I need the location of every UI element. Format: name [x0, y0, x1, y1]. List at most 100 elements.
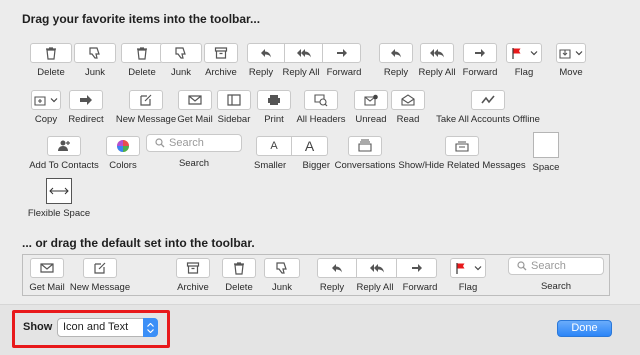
flexible-space-placeholder[interactable] [46, 178, 72, 204]
item-label: Archive [177, 282, 209, 293]
archive-box-icon [186, 262, 200, 274]
sidebar-icon [227, 94, 241, 106]
smaller-font-button[interactable]: A [256, 136, 292, 156]
forward-button[interactable] [323, 43, 361, 63]
add-contact-icon [58, 140, 70, 151]
select-stepper-icon [143, 318, 158, 337]
reply-arrow-icon [261, 49, 271, 58]
toolbar-item-search[interactable]: Search Search [146, 134, 242, 169]
new-message-button[interactable] [129, 90, 163, 110]
toolbar-item-flexible-space[interactable]: Flexible Space [28, 178, 90, 219]
junk-button[interactable] [160, 43, 202, 63]
search-placeholder: Search [531, 260, 566, 272]
redirect-button[interactable] [69, 90, 103, 110]
envelope-icon [40, 263, 54, 273]
item-label: Conversations [334, 160, 396, 171]
forward-button[interactable] [463, 43, 497, 63]
toolbar-item-read[interactable]: Read [391, 90, 425, 125]
item-label: Space [532, 162, 560, 173]
all-headers-button[interactable] [304, 90, 338, 110]
toolbar-item-delete[interactable]: Delete [30, 43, 72, 78]
default-item-archive: Archive [176, 258, 210, 293]
done-button[interactable]: Done [557, 320, 612, 337]
small-a-glyph: A [270, 140, 278, 152]
item-label: Reply [383, 67, 409, 78]
toolbar-item-forward[interactable]: Forward [460, 43, 500, 78]
search-field[interactable]: Search [146, 134, 242, 152]
show-hide-related-button[interactable] [445, 136, 479, 156]
toolbar-item-delete-2[interactable]: Delete [121, 43, 163, 78]
item-label: Show/Hide Related Messages [398, 160, 526, 171]
trash-icon [234, 262, 244, 275]
toolbar-item-show-hide-related[interactable]: Show/Hide Related Messages [398, 136, 526, 171]
reply-all-button[interactable] [285, 43, 323, 63]
reply-button[interactable] [379, 43, 413, 63]
toolbar-item-flag[interactable]: Flag [504, 43, 544, 78]
take-offline-button[interactable] [471, 90, 505, 110]
toolbar-item-sidebar[interactable]: Sidebar [216, 90, 252, 125]
toolbar-item-colors[interactable]: Colors [106, 136, 140, 171]
toolbar-item-unread[interactable]: Unread [354, 90, 388, 125]
toolbar-item-redirect[interactable]: Redirect [66, 90, 106, 125]
read-button[interactable] [391, 90, 425, 110]
delete-button[interactable] [121, 43, 163, 63]
reply-all-button[interactable] [420, 43, 454, 63]
item-label: New Message [115, 114, 177, 125]
item-label: Unread [355, 114, 387, 125]
toolbar-item-move[interactable]: Move [554, 43, 588, 78]
item-label: Delete [128, 67, 156, 78]
default-item-reply-group: Reply Reply All Forward [314, 258, 440, 293]
search-placeholder: Search [169, 137, 204, 149]
archive-button [176, 258, 210, 278]
item-label: Flag [514, 67, 534, 78]
toolbar-item-font-size: A A Smaller Bigger [252, 136, 332, 171]
toolbar-item-junk[interactable]: Junk [74, 43, 116, 78]
toolbar-item-print[interactable]: Print [257, 90, 291, 125]
forward-arrow-icon [336, 49, 347, 57]
flag-button[interactable] [506, 43, 542, 63]
copy-button[interactable] [31, 90, 61, 110]
unread-button[interactable] [354, 90, 388, 110]
sidebar-button[interactable] [217, 90, 251, 110]
archive-button[interactable] [204, 43, 238, 63]
compose-icon [94, 262, 106, 274]
conversation-stack-icon [358, 139, 372, 152]
move-button[interactable] [556, 43, 586, 63]
toolbar-item-get-mail[interactable]: Get Mail [177, 90, 213, 125]
reply-arrow-icon [391, 49, 401, 58]
item-label: Reply All [418, 67, 456, 78]
space-placeholder[interactable] [533, 132, 559, 158]
toolbar-item-junk-2[interactable]: Junk [160, 43, 202, 78]
toolbar-item-archive[interactable]: Archive [200, 43, 242, 78]
reply-button[interactable] [247, 43, 285, 63]
junk-button[interactable] [74, 43, 116, 63]
toolbar-item-add-contacts[interactable]: Add To Contacts [28, 136, 100, 171]
delete-button[interactable] [30, 43, 72, 63]
toolbar-item-copy[interactable]: Copy [30, 90, 62, 125]
reply-all-button [357, 258, 397, 278]
toolbar-item-all-headers[interactable]: All Headers [296, 90, 346, 125]
toolbar-item-reply-all[interactable]: Reply All [416, 43, 458, 78]
colors-button[interactable] [106, 136, 140, 156]
get-mail-button[interactable] [178, 90, 212, 110]
show-label: Show [23, 321, 53, 333]
reply-segmented-control [317, 258, 437, 278]
item-label: Get Mail [177, 114, 213, 125]
reply-all-arrow-icon [296, 49, 311, 58]
toolbar-item-space[interactable]: Space [532, 132, 560, 173]
move-tray-icon [559, 49, 571, 59]
toolbar-item-reply[interactable]: Reply [378, 43, 414, 78]
related-messages-icon [455, 141, 469, 152]
reply-segmented-control [247, 43, 361, 63]
flag-icon [455, 263, 464, 274]
bigger-font-button[interactable]: A [292, 136, 328, 156]
conversations-button[interactable] [348, 136, 382, 156]
show-mode-select[interactable]: Icon and Text [57, 318, 158, 337]
print-button[interactable] [257, 90, 291, 110]
toolbar-item-new-message[interactable]: New Message [116, 90, 176, 125]
toolbar-item-take-offline[interactable]: Take All Accounts Offline [434, 90, 542, 125]
add-contacts-button[interactable] [47, 136, 81, 156]
toolbar-item-reply-group: Reply Reply All Forward [247, 43, 361, 78]
toolbar-item-conversations[interactable]: Conversations [334, 136, 396, 171]
item-label: Take All Accounts Offline [436, 114, 540, 125]
